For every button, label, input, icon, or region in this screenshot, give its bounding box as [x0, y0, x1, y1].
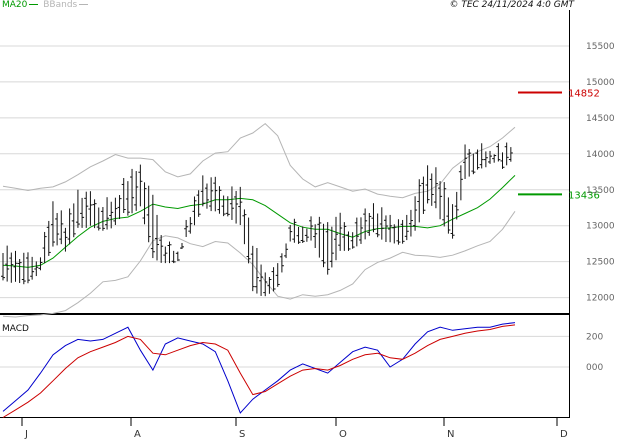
- price-y-tick-label: 14500: [586, 114, 615, 124]
- macd-signal-line: [2, 324, 516, 418]
- macd-y-tick-label: 000: [586, 363, 603, 373]
- grid-layer: [0, 45, 569, 368]
- chart-frame: [0, 10, 570, 418]
- price-y-tick-label: 12000: [586, 294, 615, 304]
- price-y-tick-label: 15500: [586, 42, 615, 52]
- month-label: O: [339, 429, 347, 440]
- reference-levels: 1485213436: [518, 89, 600, 201]
- month-label: D: [560, 429, 568, 440]
- macd-panel-label: MACD: [2, 324, 29, 334]
- month-label: A: [134, 429, 141, 440]
- resistance-level-label: 14852: [568, 89, 600, 100]
- ma20-line: [2, 175, 516, 268]
- bbands-lower-line: [2, 211, 516, 318]
- price-y-tick-label: 13000: [586, 222, 615, 232]
- macd-y-tick-label: 200: [586, 332, 603, 342]
- month-label: S: [239, 429, 245, 440]
- bollinger-bands: [2, 122, 516, 318]
- bbands-upper-line: [2, 122, 516, 199]
- price-y-tick-label: 13500: [586, 186, 615, 196]
- price-y-tick-label: 15000: [586, 78, 615, 88]
- month-axis: JASOND: [21, 417, 568, 440]
- month-label: N: [447, 429, 454, 440]
- price-y-tick-label: 14000: [586, 150, 615, 160]
- month-label: J: [24, 429, 28, 440]
- ohlc-bars: [1, 142, 513, 297]
- price-y-tick-label: 12500: [586, 258, 615, 268]
- ma20-polyline: [2, 175, 516, 268]
- price-macd-chart: 1485213436 12000 12500 13000 13500 14000 1450…: [0, 10, 615, 440]
